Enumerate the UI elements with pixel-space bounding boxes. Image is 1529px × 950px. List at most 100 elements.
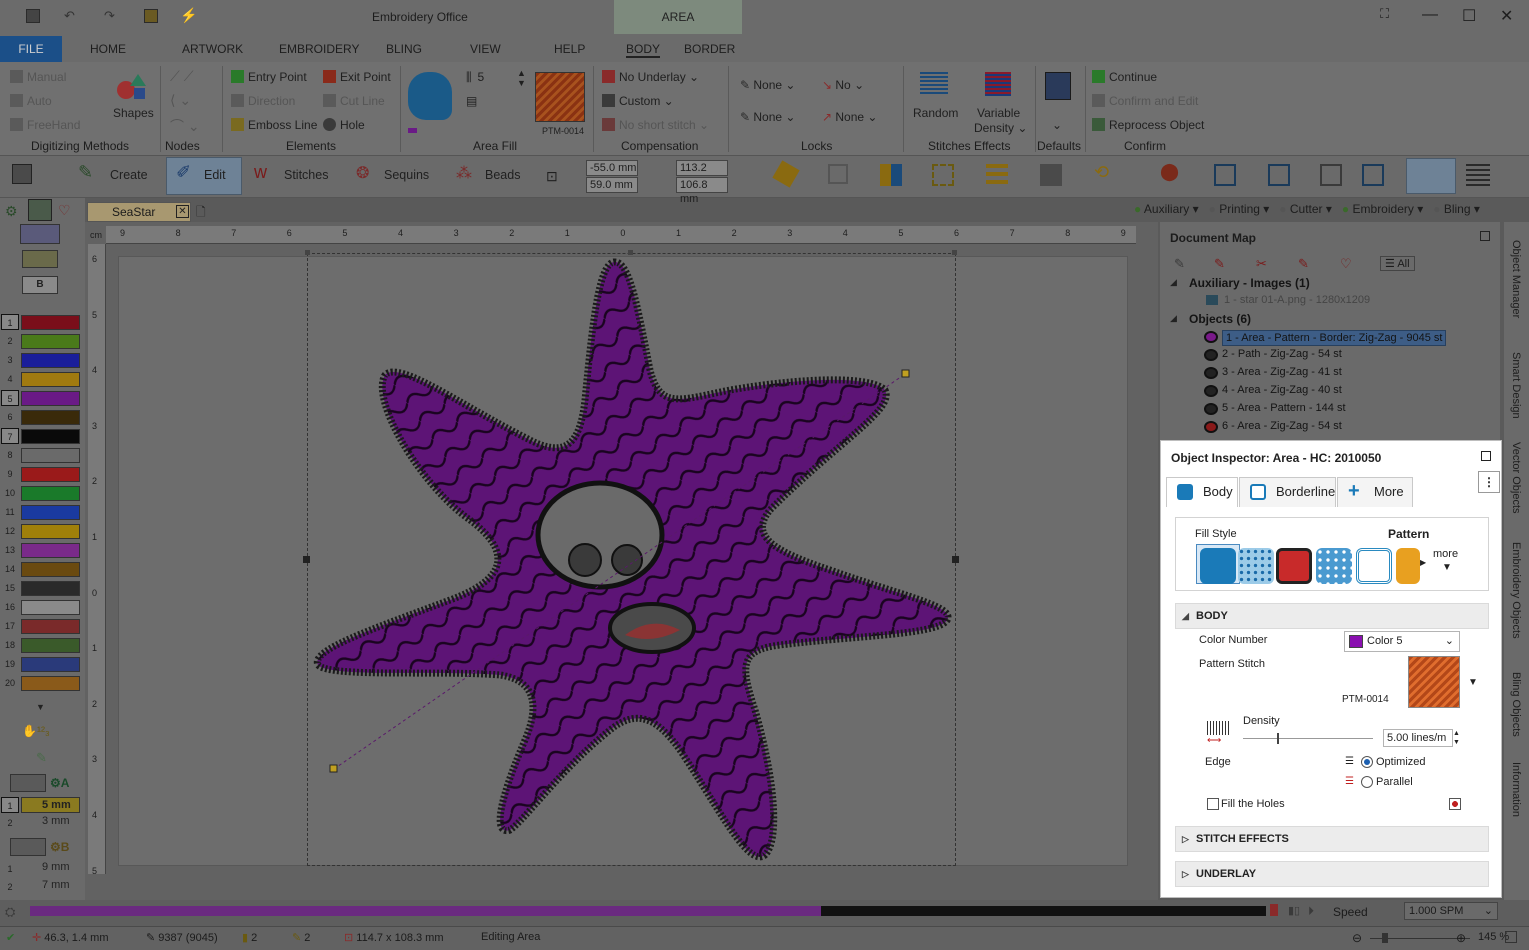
direction-button[interactable]: Direction: [231, 94, 295, 108]
sequins-button[interactable]: Sequins: [384, 168, 429, 182]
density-spinner-icon[interactable]: ▲ ▼: [1453, 729, 1461, 747]
palette-number-16[interactable]: 16: [1, 599, 19, 615]
y-position-input[interactable]: 59.0 mm: [586, 177, 638, 193]
speed-select[interactable]: 1.000 SPM ⌄: [1404, 902, 1498, 920]
sequin-set-b-icon[interactable]: [10, 838, 46, 856]
zoom-fit-icon[interactable]: [1268, 164, 1290, 186]
save-icon[interactable]: [26, 9, 40, 23]
fill-holes-indicator-icon[interactable]: [1449, 798, 1461, 810]
tab-help[interactable]: HELP: [554, 42, 585, 56]
auxiliary-header[interactable]: Auxiliary - Images (1): [1189, 276, 1310, 290]
density-slider-thumb[interactable]: [1277, 733, 1279, 744]
shapes-button[interactable]: Shapes: [113, 106, 154, 120]
palette-number-1[interactable]: 1: [1, 314, 19, 330]
palette-swatch[interactable]: [21, 543, 80, 558]
lock-start-dropdown[interactable]: ✎ None ⌄: [740, 78, 795, 92]
palette-number-6[interactable]: 6: [1, 409, 19, 425]
object-item-1[interactable]: 1 - Area - Pattern - Border: Zig-Zag - 9…: [1222, 330, 1447, 346]
object-item-4[interactable]: 4 - Area - Zig-Zag - 40 st: [1222, 384, 1342, 396]
palette-number-18[interactable]: 18: [1, 637, 19, 653]
palette-number-12[interactable]: 12: [1, 523, 19, 539]
cut-line-button[interactable]: Cut Line: [323, 94, 385, 108]
zoom-select-icon[interactable]: [1320, 164, 1342, 186]
confirm-edit-button[interactable]: Confirm and Edit: [1092, 94, 1198, 108]
auxiliary-image-item[interactable]: 1 - star 01-A.png - 1280x1209: [1224, 294, 1370, 306]
palette-swatch[interactable]: [21, 448, 80, 463]
side-tab-object-manager[interactable]: Object Manager: [1510, 240, 1522, 318]
palette-swatch[interactable]: [21, 372, 80, 387]
palette-swatch[interactable]: [21, 467, 80, 482]
fill-style-pattern-icon[interactable]: [1200, 548, 1236, 584]
palette-number-8[interactable]: 8: [1, 447, 19, 463]
width-input[interactable]: 113.2 mm: [676, 160, 728, 188]
rotate-icon[interactable]: ⟲: [1094, 162, 1109, 183]
output-embroidery[interactable]: Embroidery: [1353, 202, 1414, 216]
x-position-input[interactable]: -55.0 mm: [586, 160, 638, 176]
object-item-6[interactable]: 6 - Area - Zig-Zag - 54 st: [1222, 420, 1342, 432]
tab-inspector-borderline[interactable]: Borderline: [1239, 477, 1336, 507]
beads-button[interactable]: Beads: [485, 168, 520, 182]
palette-number-11[interactable]: 11: [1, 504, 19, 520]
density-input[interactable]: 5.00 lines/m: [1383, 729, 1453, 747]
palette-number-19[interactable]: 19: [1, 656, 19, 672]
palette-swatch[interactable]: [21, 315, 80, 330]
stitches-button[interactable]: Stitches: [284, 168, 328, 182]
pattern-dropdown-icon[interactable]: ▼: [1468, 677, 1478, 688]
compensation-dropdown[interactable]: Custom ⌄: [602, 94, 674, 108]
palette-scroll-icon[interactable]: ▼: [36, 702, 45, 712]
transform-icon[interactable]: [828, 164, 848, 184]
zoom-out-icon[interactable]: ⊖: [1352, 931, 1362, 945]
more-fill-styles[interactable]: more: [1433, 548, 1458, 560]
tab-inspector-more[interactable]: + More: [1337, 477, 1413, 507]
sequin-a-size-2[interactable]: 3 mm: [42, 815, 70, 827]
edge-parallel-radio[interactable]: [1361, 776, 1373, 788]
lock-tie-dropdown[interactable]: ↗ None ⌄: [822, 110, 877, 124]
defaults-dropdown-icon[interactable]: ⌄: [1052, 118, 1062, 132]
more-dropdown-icon[interactable]: ▼: [1442, 562, 1452, 573]
palette-swatch[interactable]: [21, 600, 80, 615]
edge-optimized-radio[interactable]: [1361, 756, 1373, 768]
object-item-2[interactable]: 2 - Path - Zig-Zag - 54 st: [1222, 348, 1342, 360]
seastar-design[interactable]: [300, 250, 970, 870]
zoom-in-icon[interactable]: ⊕: [1456, 931, 1466, 945]
palette-swatch[interactable]: [21, 619, 80, 634]
fill-style-gradient-icon[interactable]: [1396, 548, 1420, 584]
color-tool-icon[interactable]: ⬤: [1160, 162, 1179, 182]
output-printing[interactable]: Printing: [1219, 202, 1260, 216]
palette-swatch[interactable]: [21, 524, 80, 539]
sequin-a-number-2[interactable]: 2: [1, 815, 19, 831]
play-icon[interactable]: ⏵: [1308, 904, 1314, 919]
color-number-select[interactable]: Color 5 ⌄: [1344, 631, 1460, 652]
tab-bling[interactable]: BLING: [386, 42, 422, 56]
palette-b-button[interactable]: B: [22, 276, 58, 294]
defaults-icon[interactable]: [1045, 72, 1071, 100]
view-mode-icon[interactable]: [12, 164, 32, 184]
simulation-icon[interactable]: ⛭: [5, 904, 15, 920]
palette-swatch[interactable]: [21, 429, 80, 444]
size-icon[interactable]: [1040, 164, 1062, 186]
palette-swatch[interactable]: [21, 581, 80, 596]
fill-count[interactable]: ⫼ 5: [466, 70, 484, 85]
emboss-line-button[interactable]: Emboss Line: [231, 118, 317, 132]
redo-icon[interactable]: ↷: [104, 8, 115, 24]
palette-swatch[interactable]: [21, 391, 80, 406]
stitch-filter-icon[interactable]: ✎: [1298, 256, 1309, 272]
palette-swatch[interactable]: [21, 638, 80, 653]
output-bling[interactable]: Bling: [1444, 202, 1471, 216]
arrange-icon[interactable]: [880, 164, 902, 186]
close-button[interactable]: ✕: [1500, 6, 1513, 26]
sequin-set-a-icon[interactable]: [10, 774, 46, 792]
zoom-area-icon[interactable]: [1362, 164, 1384, 186]
pencil-filter-icon[interactable]: ✎: [1174, 256, 1185, 272]
pattern-stitch-thumbnail[interactable]: [1408, 656, 1460, 708]
step-icon[interactable]: ▮▯: [1288, 904, 1300, 917]
bling-filter-icon[interactable]: ♡: [1340, 256, 1352, 272]
needle-icon[interactable]: [28, 199, 52, 221]
short-stitch-dropdown[interactable]: No short stitch ⌄: [602, 118, 709, 132]
exit-point-button[interactable]: Exit Point: [323, 70, 391, 84]
tab-inspector-body[interactable]: Body: [1166, 477, 1238, 507]
palette-number-20[interactable]: 20: [1, 675, 19, 691]
palette-list-icon[interactable]: [22, 250, 58, 268]
hole-button[interactable]: Hole: [323, 118, 365, 132]
lock-end-dropdown[interactable]: ✎ None ⌄: [740, 110, 795, 124]
